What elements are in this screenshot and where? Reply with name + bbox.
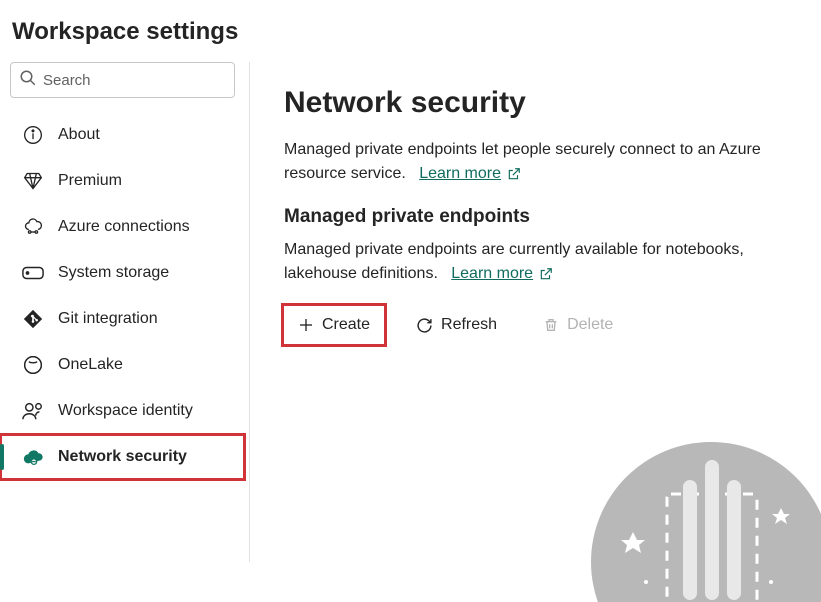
plus-icon xyxy=(298,317,314,333)
sidebar-item-system-storage[interactable]: System storage xyxy=(0,250,245,296)
onelake-icon xyxy=(22,354,44,376)
main-heading: Network security xyxy=(284,86,821,120)
learn-more-link-2[interactable]: Learn more xyxy=(451,262,553,286)
cloud-security-icon xyxy=(22,446,44,468)
info-icon xyxy=(22,124,44,146)
diamond-icon xyxy=(22,170,44,192)
sidebar-item-label: System storage xyxy=(58,264,169,282)
sidebar-item-onelake[interactable]: OneLake xyxy=(0,342,245,388)
sidebar-item-azure-connections[interactable]: Azure connections xyxy=(0,204,245,250)
toolbar: Create Refresh Delete xyxy=(284,306,821,344)
sidebar-item-label: About xyxy=(58,126,100,144)
search-input[interactable] xyxy=(43,72,242,89)
sidebar-item-label: Premium xyxy=(58,172,122,190)
refresh-icon xyxy=(416,317,433,334)
section-heading: Managed private endpoints xyxy=(284,206,821,228)
storage-icon xyxy=(22,262,44,284)
learn-more-link[interactable]: Learn more xyxy=(419,162,521,186)
main-content: Network security Managed private endpoin… xyxy=(250,62,821,562)
search-icon xyxy=(19,69,37,92)
external-link-icon xyxy=(507,167,521,181)
sidebar: About Premium Azure connections System s… xyxy=(0,62,250,562)
sidebar-item-premium[interactable]: Premium xyxy=(0,158,245,204)
sidebar-item-label: OneLake xyxy=(58,356,123,374)
intro-description: Managed private endpoints let people sec… xyxy=(284,138,821,186)
delete-button: Delete xyxy=(529,306,627,344)
sidebar-item-label: Git integration xyxy=(58,310,158,328)
sidebar-item-network-security[interactable]: Network security xyxy=(0,434,245,480)
sidebar-item-git-integration[interactable]: Git integration xyxy=(0,296,245,342)
sidebar-item-about[interactable]: About xyxy=(0,112,245,158)
trash-icon xyxy=(543,317,559,333)
page-title: Workspace settings xyxy=(0,0,821,62)
cloud-link-icon xyxy=(22,216,44,238)
sidebar-nav: About Premium Azure connections System s… xyxy=(0,112,245,480)
external-link-icon xyxy=(539,267,553,281)
sidebar-item-workspace-identity[interactable]: Workspace identity xyxy=(0,388,245,434)
git-icon xyxy=(22,308,44,330)
search-box[interactable] xyxy=(10,62,235,98)
empty-state-graphic xyxy=(571,432,821,602)
sidebar-item-label: Azure connections xyxy=(58,218,190,236)
section-description: Managed private endpoints are currently … xyxy=(284,238,821,286)
create-button[interactable]: Create xyxy=(284,306,384,344)
refresh-button[interactable]: Refresh xyxy=(402,306,511,344)
sidebar-item-label: Network security xyxy=(58,448,187,466)
identity-icon xyxy=(22,400,44,422)
sidebar-item-label: Workspace identity xyxy=(58,402,193,420)
